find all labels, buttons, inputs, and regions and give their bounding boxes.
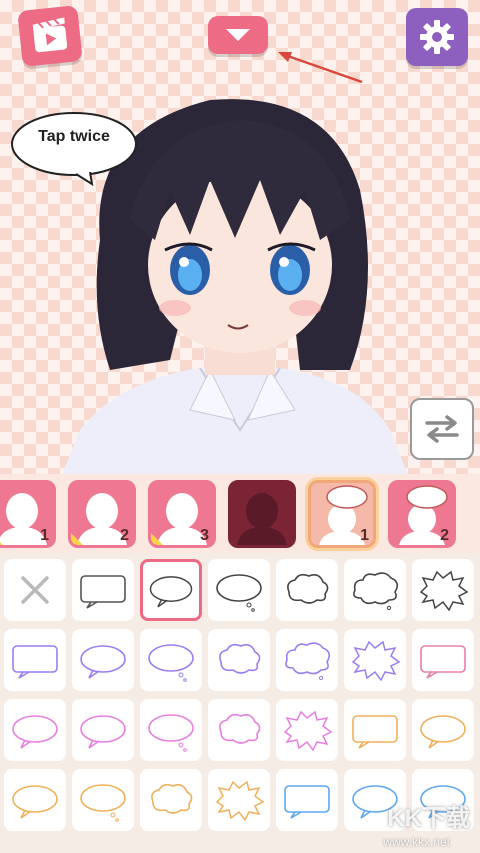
bubble-style-option[interactable] <box>344 629 406 691</box>
bubble-style-option[interactable] <box>276 629 338 691</box>
close-icon <box>21 576 49 604</box>
speech-bubble-icon <box>352 715 398 749</box>
speech-bubble-icon <box>420 645 466 679</box>
bubble-style-option[interactable] <box>72 769 134 831</box>
bubble-style-option[interactable] <box>208 699 270 761</box>
collapse-panel-button[interactable] <box>208 16 268 54</box>
bubble-style-option[interactable] <box>208 769 270 831</box>
category-number: 1 <box>40 526 49 544</box>
speech-bubble-icon <box>283 710 333 752</box>
category-body-2[interactable]: 2 <box>68 479 136 548</box>
speech-bubble-icon <box>419 570 469 612</box>
bubble-style-option[interactable] <box>4 769 66 831</box>
watermark-logo: KK下载 <box>387 805 470 832</box>
category-tray: 1 2 3 1 2 <box>0 474 480 553</box>
swap-arrows-icon <box>425 415 459 443</box>
bubble-style-option[interactable] <box>344 559 406 621</box>
speech-bubble-icon <box>12 785 58 819</box>
speech-bubble-icon <box>219 643 261 674</box>
video-button[interactable] <box>17 5 83 67</box>
category-number: 1 <box>360 526 369 544</box>
category-number: 2 <box>120 526 129 544</box>
bubble-style-option[interactable] <box>140 629 202 691</box>
speech-bubble-icon <box>80 575 126 609</box>
speech-bubble-icon <box>420 715 466 749</box>
bubble-style-option[interactable] <box>276 769 338 831</box>
bubble-style-option[interactable] <box>72 559 134 621</box>
settings-button[interactable] <box>406 8 468 66</box>
hint-text: Tap twice <box>38 128 110 145</box>
bubble-style-option[interactable] <box>140 699 202 761</box>
speech-bubble-icon <box>284 785 330 819</box>
speech-bubble-icon <box>148 644 194 682</box>
speech-bubble-icon <box>151 783 193 814</box>
category-number: 2 <box>440 526 449 544</box>
swap-button[interactable] <box>410 398 474 460</box>
chevron-down-icon <box>226 29 250 41</box>
speech-bubble-icon <box>12 645 58 679</box>
speech-bubble-icon <box>353 572 399 611</box>
speech-bubble-icon <box>285 642 331 681</box>
category-number: 3 <box>200 526 209 544</box>
speech-bubble-icon <box>80 645 126 679</box>
bubble-style-option[interactable] <box>412 629 474 691</box>
bubble-style-option[interactable] <box>208 629 270 691</box>
speech-bubble-icon <box>148 714 194 752</box>
bubble-style-option[interactable] <box>140 769 202 831</box>
bubble-style-option[interactable] <box>412 699 474 761</box>
category-body-3[interactable]: 3 <box>148 479 216 548</box>
category-body-1[interactable]: 1 <box>0 479 56 548</box>
speech-bubble-icon <box>12 715 58 749</box>
bubble-style-option[interactable] <box>72 699 134 761</box>
bubble-style-option[interactable] <box>208 559 270 621</box>
category-speech-bubble-1[interactable]: 1 <box>308 479 376 548</box>
no-bubble-option[interactable] <box>4 559 66 621</box>
clapperboard-play-icon <box>32 17 68 53</box>
category-speech-bubble-2[interactable]: 2 <box>388 479 456 548</box>
speech-bubble-icon <box>287 573 329 604</box>
bubble-style-option[interactable] <box>276 559 338 621</box>
category-body-hidden[interactable] <box>228 479 296 548</box>
watermark-url: www.kkx.net <box>383 835 450 849</box>
bubble-style-option[interactable] <box>344 699 406 761</box>
speech-bubble-icon <box>215 780 265 822</box>
speech-bubble-icon <box>351 640 401 682</box>
bubble-style-option[interactable] <box>4 629 66 691</box>
body-silhouette-icon <box>237 492 287 545</box>
bubble-style-option[interactable] <box>4 699 66 761</box>
hint-speech-bubble <box>11 112 137 186</box>
speech-bubble-icon <box>216 574 262 612</box>
speech-bubble-icon <box>149 576 193 608</box>
bubble-style-option[interactable] <box>140 559 202 621</box>
speech-bubble-icon <box>219 713 261 744</box>
bubble-style-option[interactable] <box>412 559 474 621</box>
speech-bubble-icon <box>80 715 126 749</box>
gear-icon <box>420 20 454 54</box>
bubble-style-option[interactable] <box>276 699 338 761</box>
bubble-style-option[interactable] <box>72 629 134 691</box>
speech-bubble-icon <box>80 784 126 822</box>
